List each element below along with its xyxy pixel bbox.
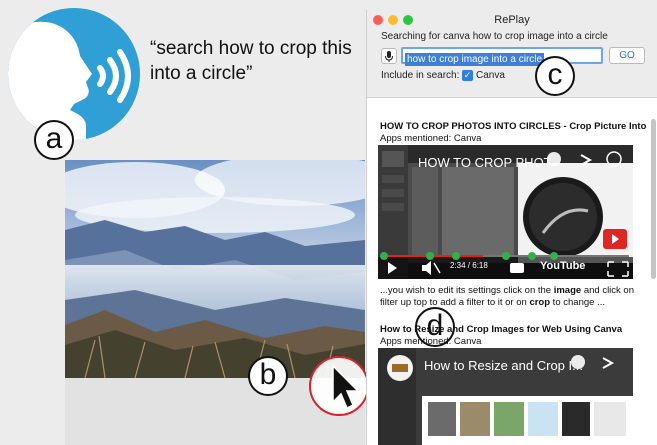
label-a: a [34, 120, 74, 160]
label-b: b [248, 356, 288, 396]
video-player[interactable]: HOW TO CROP PHOT 2:34 / 6:18 YouTube [378, 145, 633, 279]
speech-quote: “search how to crop this into a circle” [150, 38, 352, 84]
snippet-keyword: image [553, 285, 582, 296]
cursor-highlight [309, 356, 369, 416]
window-header: RePlay Searching for canva how to crop i… [367, 10, 657, 98]
youtube-logo: YouTube [540, 260, 586, 272]
voice-command-icon [8, 8, 140, 140]
snippet-text: ...you wish to edit its settings click o… [380, 285, 554, 296]
mouse-cursor-icon [332, 364, 360, 410]
results-list: HOW TO CROP PHOTOS INTO CIRCLES - Crop P… [367, 99, 657, 445]
video-time: 2:34 / 6:18 [450, 261, 488, 270]
speaking-head-icon [8, 8, 140, 140]
canva-checkbox-label: Canva [476, 70, 505, 81]
include-label: Include in search: [381, 70, 460, 81]
video-player[interactable]: How to Resize and Crop I... [378, 348, 633, 445]
figure-stage: “search how to crop this into a circle” … [0, 0, 657, 445]
result-snippet: ...you wish to edit its settings click o… [380, 285, 648, 309]
search-input[interactable]: how to crop image into a circle [401, 47, 603, 66]
scrollbar[interactable] [651, 119, 656, 279]
result-title[interactable]: HOW TO CROP PHOTOS INTO CIRCLES - Crop P… [380, 121, 646, 132]
result-apps: Apps mentioned: Canva [380, 336, 482, 347]
search-input-value: how to crop image into a circle [405, 53, 545, 66]
search-status: Searching for canva how to crop image in… [381, 31, 608, 42]
video-title: HOW TO CROP PHOT [418, 155, 552, 170]
snippet-text: to change ... [550, 297, 605, 308]
video-title: How to Resize and Crop I... [424, 358, 583, 373]
microphone-icon [385, 51, 393, 62]
landscape-photo [65, 160, 365, 378]
snippet-keyword: crop [529, 297, 551, 308]
window-title: RePlay [494, 14, 530, 26]
microphone-button[interactable] [381, 48, 397, 64]
result-apps: Apps mentioned: Canva [380, 133, 482, 144]
label-c: c [535, 56, 575, 96]
replay-window: RePlay Searching for canva how to crop i… [366, 10, 657, 445]
result-title[interactable]: How to Resize and Crop Images for Web Us… [380, 324, 622, 335]
go-button[interactable]: GO [609, 47, 645, 64]
captions-icon [510, 263, 524, 273]
canva-checkbox[interactable]: ✓ [462, 70, 473, 81]
